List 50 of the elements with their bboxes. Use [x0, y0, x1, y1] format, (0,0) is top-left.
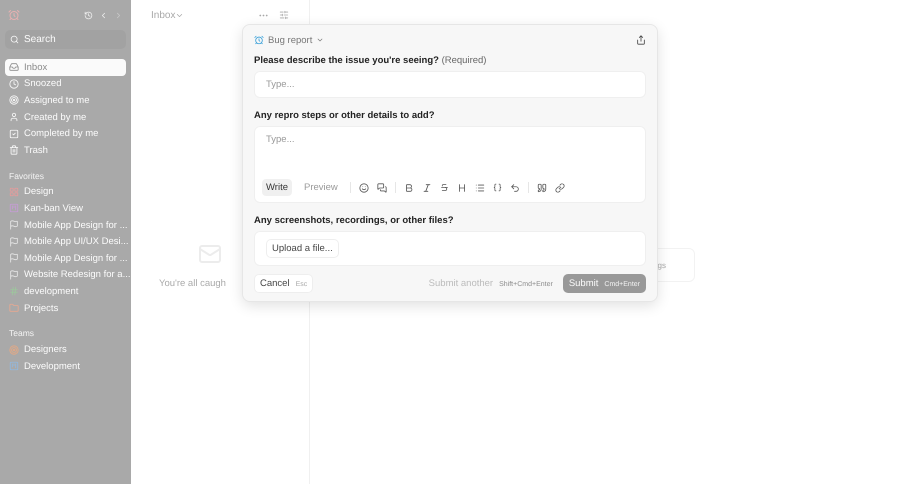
- undo-icon[interactable]: [510, 182, 520, 192]
- sidebar-item[interactable]: Mobile App UI/UX Desi...: [5, 233, 126, 250]
- empty-text: You're all caugh: [159, 278, 226, 289]
- section-heading: Favorites: [8, 170, 45, 181]
- section-heading: Teams: [8, 328, 36, 338]
- checkbox-icon: [9, 128, 19, 139]
- sidebar-item[interactable]: Created by me: [5, 108, 126, 126]
- sidebar-item[interactable]: Snoozed: [5, 76, 126, 92]
- inbox-icon: [9, 62, 19, 72]
- search-field[interactable]: Search: [5, 30, 126, 49]
- strikethrough-icon[interactable]: [440, 183, 449, 192]
- sidebar-item[interactable]: Design: [5, 184, 126, 200]
- template-picker[interactable]: Bug report: [254, 34, 324, 46]
- search-icon: [10, 35, 19, 44]
- card-text: gs: [658, 260, 666, 270]
- user-icon: [9, 112, 19, 122]
- field-label: Please describe the issue you're seeing? (Required): [254, 55, 488, 66]
- emoji-icon[interactable]: [358, 182, 369, 192]
- sidebar-item[interactable]: development: [5, 283, 126, 300]
- sidebar-item[interactable]: Development: [5, 358, 126, 374]
- sidebar-item[interactable]: Completed by me: [5, 125, 126, 142]
- field-label: Any screenshots, recordings, or other files?: [254, 215, 455, 226]
- sidebar-item[interactable]: Mobile App Design for ...: [5, 250, 126, 267]
- input-field[interactable]: Type...: [254, 71, 646, 98]
- editor-tab[interactable]: Preview: [300, 179, 342, 196]
- sidebar-item[interactable]: Designers: [5, 341, 126, 358]
- sidebar-item[interactable]: Projects: [5, 300, 126, 316]
- share-icon[interactable]: [636, 35, 646, 45]
- trash-icon: [9, 145, 19, 156]
- field-label: Any repro steps or other details to add?: [254, 110, 436, 121]
- alarm-clock-icon: [254, 35, 264, 45]
- sidebar-item[interactable]: Inbox: [5, 59, 126, 76]
- sidebar-item[interactable]: Mobile App Design for ...: [5, 216, 126, 234]
- bold-icon[interactable]: [404, 182, 414, 192]
- target-icon: [9, 95, 19, 106]
- editor-field[interactable]: Type... Write Preview: [254, 126, 646, 203]
- link-icon[interactable]: [554, 182, 565, 192]
- code-icon[interactable]: [492, 183, 502, 192]
- italic-icon[interactable]: [422, 182, 432, 192]
- logo-icon: [8, 9, 20, 21]
- editor-tab[interactable]: Write: [262, 179, 292, 196]
- clock-icon: [9, 78, 19, 89]
- heading-icon[interactable]: [456, 182, 467, 192]
- sidebar-item[interactable]: Assigned to me: [5, 92, 126, 109]
- sidebar-item[interactable]: Trash: [5, 142, 126, 159]
- upload-button[interactable]: Upload a file...: [266, 239, 339, 258]
- sidebar-item[interactable]: Kan-ban View: [5, 200, 126, 217]
- chevron-icon: [316, 36, 324, 44]
- quote-icon[interactable]: [536, 182, 547, 192]
- list-title[interactable]: Inbox: [151, 10, 176, 20]
